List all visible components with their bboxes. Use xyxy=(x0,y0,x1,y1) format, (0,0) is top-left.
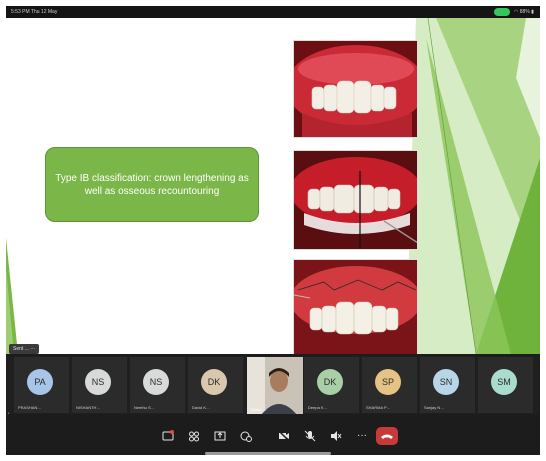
avatar: DK xyxy=(317,369,343,395)
dental-photo-3 xyxy=(293,259,418,354)
avatar: NS xyxy=(143,369,169,395)
avatar: NS xyxy=(85,369,111,395)
shared-screen: Type IB classification: crown lengthenin… xyxy=(6,18,540,354)
speaker-mute-icon[interactable] xyxy=(329,429,343,443)
participant-name: Neethu S… xyxy=(134,405,155,410)
home-indicator[interactable] xyxy=(205,452,331,455)
avatar: DK xyxy=(201,369,227,395)
participant-name: NISHANTH… xyxy=(76,405,101,410)
dental-photo-1 xyxy=(293,40,418,138)
participant-tile[interactable]: DK David K… xyxy=(188,357,243,413)
avatar: SM xyxy=(491,369,517,395)
participant-tile[interactable]: SM xyxy=(478,357,533,413)
dental-photo-2 xyxy=(293,150,418,250)
mic-off-icon[interactable] xyxy=(303,429,317,443)
participant-tile[interactable]: SP SHARMA P… xyxy=(362,357,417,413)
battery-status: ◠ 88% ▮ xyxy=(514,9,534,15)
classification-text: Type IB classification: crown lengthenin… xyxy=(55,172,249,197)
screen-share-icon[interactable] xyxy=(161,429,175,443)
participant-name: SHARMA P… xyxy=(366,405,391,410)
status-bar: 5:53 PM Thu 12 May ◠ 88% ▮ xyxy=(6,6,540,18)
video-off-icon[interactable] xyxy=(277,429,291,443)
participant-tile[interactable]: DK Deepa K… xyxy=(304,357,359,413)
participant-tile[interactable]: NS NISHANTH… xyxy=(72,357,127,413)
participant-name: Shibu … xyxy=(251,407,267,412)
participant-name: Deepa K… xyxy=(308,405,328,410)
more-icon[interactable]: ··· xyxy=(355,429,369,443)
meeting-toolbar: ··· xyxy=(6,414,540,455)
avatar: PA xyxy=(27,369,53,395)
participant-tile[interactable]: SN Sanjay N… xyxy=(420,357,475,413)
avatar: SP xyxy=(375,369,401,395)
participant-tile[interactable]: NS Neethu S… xyxy=(130,357,185,413)
participant-name: PRASHAN… xyxy=(18,405,42,410)
participant-name: Sanjay N… xyxy=(424,405,445,410)
share-content-icon[interactable] xyxy=(213,429,227,443)
participant-video-tile[interactable]: Shibu … xyxy=(247,357,303,415)
reactions-icon[interactable] xyxy=(239,429,253,443)
end-call-button[interactable] xyxy=(376,427,398,445)
meeting-window: 5:53 PM Thu 12 May ◠ 88% ▮ Type IB class… xyxy=(6,6,540,455)
wifi-icon: ◠ xyxy=(514,9,519,15)
end-call-icon xyxy=(381,434,393,439)
status-time: 5:53 PM Thu 12 May xyxy=(11,9,58,15)
avatar: SN xyxy=(433,369,459,395)
battery-level: 88% xyxy=(519,9,530,15)
call-active-pill[interactable] xyxy=(494,8,510,16)
presenter-tag[interactable]: Sent ... ··· xyxy=(9,344,40,354)
participants-icon[interactable] xyxy=(187,429,201,443)
participant-name: David K… xyxy=(192,405,211,410)
battery-icon: ▮ xyxy=(531,9,534,15)
classification-textbox: Type IB classification: crown lengthenin… xyxy=(45,147,259,222)
participant-tile[interactable]: PA PRASHAN… xyxy=(14,357,69,413)
